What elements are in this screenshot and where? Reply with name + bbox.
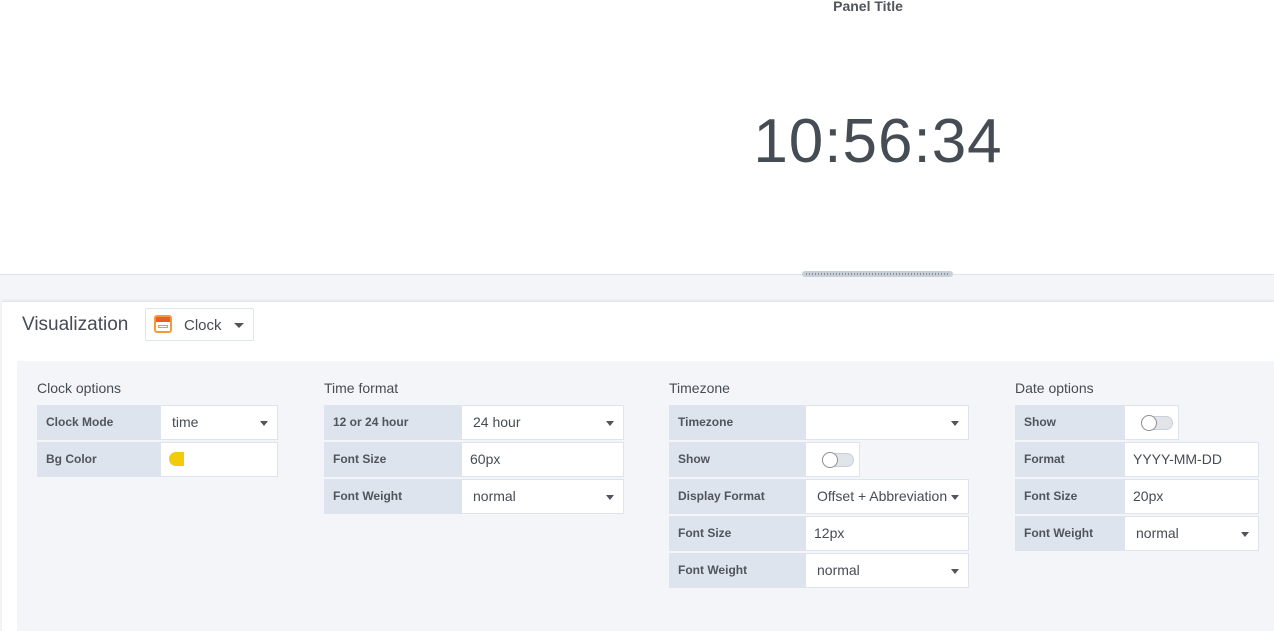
time-font-size-label: Font Size [324,442,461,477]
date-font-size-label: Font Size [1015,479,1124,514]
clock-mode-value: time [172,414,199,430]
hour-format-select[interactable]: 24 hour [461,405,624,440]
timezone-title: Timezone [669,380,730,396]
date-font-weight-select[interactable]: normal [1124,516,1259,551]
toggle-switch-icon [822,452,854,468]
panel-resize-handle[interactable] [802,271,953,277]
timezone-show-label: Show [669,442,805,477]
clock-mode-label: Clock Mode [37,405,160,440]
color-swatch-icon[interactable] [169,452,184,466]
options-area: Clock options Clock Mode time Bg Color T… [17,361,1274,631]
timezone-font-weight-value: normal [817,562,860,578]
hour-format-label: 12 or 24 hour [324,405,461,440]
toggle-switch-icon [1141,415,1173,431]
bg-color-picker[interactable] [160,442,278,477]
hour-format-value: 24 hour [473,414,521,430]
date-options-title: Date options [1015,380,1094,396]
time-font-weight-value: normal [473,488,516,504]
chevron-down-icon [606,421,614,426]
display-format-value: Offset + Abbreviation [817,488,948,504]
time-format-title: Time format [324,380,399,396]
timezone-font-size-input[interactable]: 12px [805,516,969,551]
timezone-font-weight-select[interactable]: normal [805,553,969,588]
visualization-label: Visualization [22,314,129,335]
chevron-down-icon [951,495,959,500]
bg-color-label: Bg Color [37,442,160,477]
clock-time-display: 10:56:34 [753,107,1003,176]
date-font-size-input[interactable]: 20px [1124,479,1259,514]
timezone-select[interactable] [805,405,969,440]
clock-mode-select[interactable]: time [160,405,278,440]
timezone-font-weight-label: Font Weight [669,553,805,588]
chevron-down-icon [951,421,959,426]
panel-preview: Panel Title 10:56:34 [0,0,1274,275]
time-font-weight-select[interactable]: normal [461,479,624,514]
date-format-label: Format [1015,442,1124,477]
clock-options-title: Clock options [37,380,122,396]
clock-panel-icon [154,315,172,333]
timezone-font-size-label: Font Size [669,516,805,551]
time-font-size-input[interactable]: 60px [461,442,624,477]
chevron-down-icon [1241,532,1249,537]
timezone-show-toggle[interactable] [805,442,860,477]
chevron-down-icon [606,495,614,500]
chevron-down-icon [234,323,244,328]
chevron-down-icon [260,421,268,426]
panel-title[interactable]: Panel Title [0,0,1274,14]
timezone-label: Timezone [669,405,805,440]
date-format-input[interactable]: YYYY-MM-DD [1124,442,1259,477]
date-show-toggle[interactable] [1124,405,1179,440]
date-font-weight-label: Font Weight [1015,516,1124,551]
visualization-name: Clock [184,317,222,334]
visualization-picker[interactable]: Clock [145,308,254,341]
date-font-weight-value: normal [1136,525,1179,541]
display-format-label: Display Format [669,479,805,514]
display-format-select[interactable]: Offset + Abbreviation [805,479,969,514]
panel-editor: Visualization Clock Clock options Clock … [2,301,1274,631]
date-show-label: Show [1015,405,1124,440]
time-font-weight-label: Font Weight [324,479,461,514]
chevron-down-icon [951,569,959,574]
